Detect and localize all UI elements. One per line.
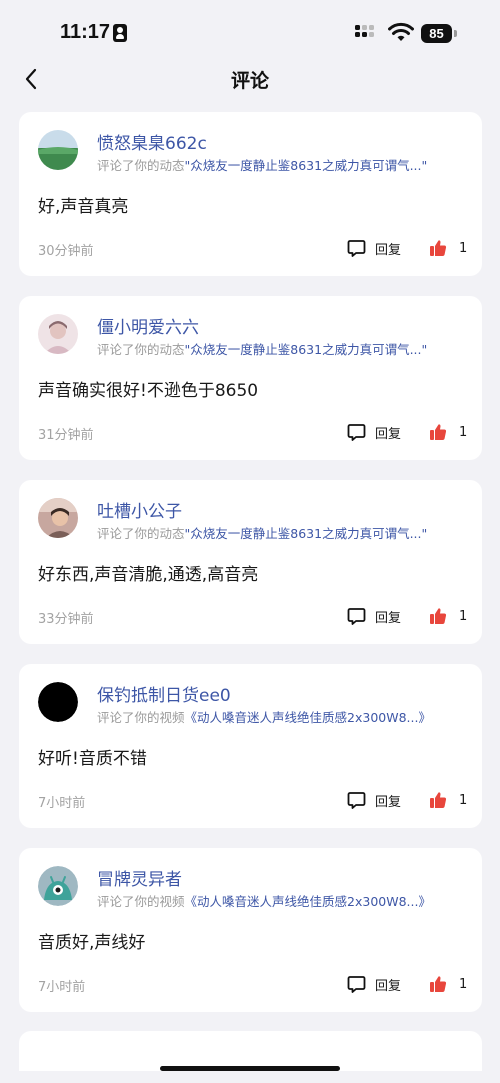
reply-label: 回复 — [375, 426, 402, 442]
comment-card[interactable]: 保钓抵制日货ee0 评论了你的视频《动人嗓音迷人声线绝佳质感2x300W8...… — [19, 664, 482, 828]
source-prefix: 评论了你的视频 — [97, 894, 185, 909]
like-count: 1 — [459, 792, 468, 808]
avatar[interactable] — [38, 130, 78, 170]
reply-label: 回复 — [375, 794, 402, 810]
cellular-signal-icon — [355, 25, 381, 43]
username[interactable]: 愤怒臬臬662c — [97, 129, 207, 154]
timestamp: 7小时前 — [38, 980, 86, 995]
reply-label: 回复 — [375, 610, 402, 626]
thumbs-up-icon — [430, 792, 447, 808]
comment-text: 音质好,声线好 — [38, 933, 146, 953]
source-target[interactable]: 《动人嗓音迷人声线绝佳质感2x300W8...》 — [185, 894, 431, 909]
status-bar: 11:17 85 — [0, 0, 500, 64]
source-prefix: 评论了你的动态 — [97, 158, 185, 173]
reply-button[interactable]: 回复 — [347, 789, 401, 811]
thumbs-up-icon — [430, 608, 447, 624]
comment-list: 愤怒臬臬662c 评论了你的动态"众烧友一度静止鉴8631之威力真可谓气..."… — [19, 112, 482, 1032]
timestamp: 7小时前 — [38, 796, 86, 811]
comment-source[interactable]: 评论了你的动态"众烧友一度静止鉴8631之威力真可谓气..." — [97, 523, 427, 542]
comment-text: 好,声音真亮 — [38, 197, 129, 217]
reply-label: 回复 — [375, 242, 402, 258]
username[interactable]: 僵小明爱六六 — [97, 313, 199, 338]
comment-card[interactable]: 僵小明爱六六 评论了你的动态"众烧友一度静止鉴8631之威力真可谓气..." 声… — [19, 296, 482, 460]
comment-card-partial[interactable] — [19, 1031, 482, 1071]
source-prefix: 评论了你的动态 — [97, 342, 185, 357]
contact-card-icon — [113, 24, 127, 42]
username[interactable]: 保钓抵制日货ee0 — [97, 681, 231, 706]
reply-button[interactable]: 回复 — [347, 973, 401, 995]
like-button[interactable]: 1 — [429, 973, 467, 995]
avatar[interactable] — [38, 866, 78, 906]
like-count: 1 — [459, 424, 468, 440]
source-target[interactable]: "众烧友一度静止鉴8631之威力真可谓气..." — [185, 342, 428, 357]
source-prefix: 评论了你的动态 — [97, 526, 185, 541]
status-time: 11:17 — [60, 21, 111, 43]
avatar[interactable] — [38, 498, 78, 538]
battery-tip — [454, 30, 457, 37]
reply-button[interactable]: 回复 — [347, 421, 401, 443]
like-button[interactable]: 1 — [429, 237, 467, 259]
comment-card[interactable]: 吐槽小公子 评论了你的动态"众烧友一度静止鉴8631之威力真可谓气..." 好东… — [19, 480, 482, 644]
comment-bubble-icon — [347, 607, 366, 625]
comment-source[interactable]: 评论了你的动态"众烧友一度静止鉴8631之威力真可谓气..." — [97, 155, 427, 174]
comment-text: 好东西,声音清脆,通透,高音亮 — [38, 565, 259, 585]
avatar[interactable] — [38, 314, 78, 354]
comment-source[interactable]: 评论了你的视频《动人嗓音迷人声线绝佳质感2x300W8...》 — [97, 707, 431, 726]
comment-text: 好听!音质不错 — [38, 749, 147, 769]
source-prefix: 评论了你的视频 — [97, 710, 185, 725]
comment-source[interactable]: 评论了你的动态"众烧友一度静止鉴8631之威力真可谓气..." — [97, 339, 427, 358]
comment-card[interactable]: 愤怒臬臬662c 评论了你的动态"众烧友一度静止鉴8631之威力真可谓气..."… — [19, 112, 482, 276]
thumbs-up-icon — [430, 976, 447, 992]
timestamp: 30分钟前 — [38, 244, 94, 259]
comment-bubble-icon — [347, 239, 366, 257]
reply-button[interactable]: 回复 — [347, 237, 401, 259]
wifi-icon — [388, 22, 414, 41]
timestamp: 31分钟前 — [38, 428, 94, 443]
like-count: 1 — [459, 608, 468, 624]
like-count: 1 — [459, 976, 468, 992]
thumbs-up-icon — [430, 240, 447, 256]
username[interactable]: 冒牌灵异者 — [97, 865, 182, 890]
comment-source[interactable]: 评论了你的视频《动人嗓音迷人声线绝佳质感2x300W8...》 — [97, 891, 431, 910]
comment-bubble-icon — [347, 791, 366, 809]
reply-label: 回复 — [375, 978, 402, 994]
comment-bubble-icon — [347, 423, 366, 441]
like-count: 1 — [459, 240, 468, 256]
nav-bar: 评论 — [0, 60, 500, 100]
like-button[interactable]: 1 — [429, 605, 467, 627]
avatar[interactable] — [38, 682, 78, 722]
comment-card[interactable]: 冒牌灵异者 评论了你的视频《动人嗓音迷人声线绝佳质感2x300W8...》 音质… — [19, 848, 482, 1012]
like-button[interactable]: 1 — [429, 421, 467, 443]
username[interactable]: 吐槽小公子 — [97, 497, 182, 522]
page-title: 评论 — [230, 70, 269, 92]
reply-button[interactable]: 回复 — [347, 605, 401, 627]
home-indicator[interactable] — [160, 1066, 340, 1071]
source-target[interactable]: 《动人嗓音迷人声线绝佳质感2x300W8...》 — [185, 710, 431, 725]
source-target[interactable]: "众烧友一度静止鉴8631之威力真可谓气..." — [185, 158, 428, 173]
battery-level: 85 — [421, 24, 452, 43]
like-button[interactable]: 1 — [429, 789, 467, 811]
comment-text: 声音确实很好!不逊色于8650 — [38, 381, 259, 401]
thumbs-up-icon — [430, 424, 447, 440]
timestamp: 33分钟前 — [38, 612, 94, 627]
source-target[interactable]: "众烧友一度静止鉴8631之威力真可谓气..." — [185, 526, 428, 541]
comment-bubble-icon — [347, 975, 366, 993]
